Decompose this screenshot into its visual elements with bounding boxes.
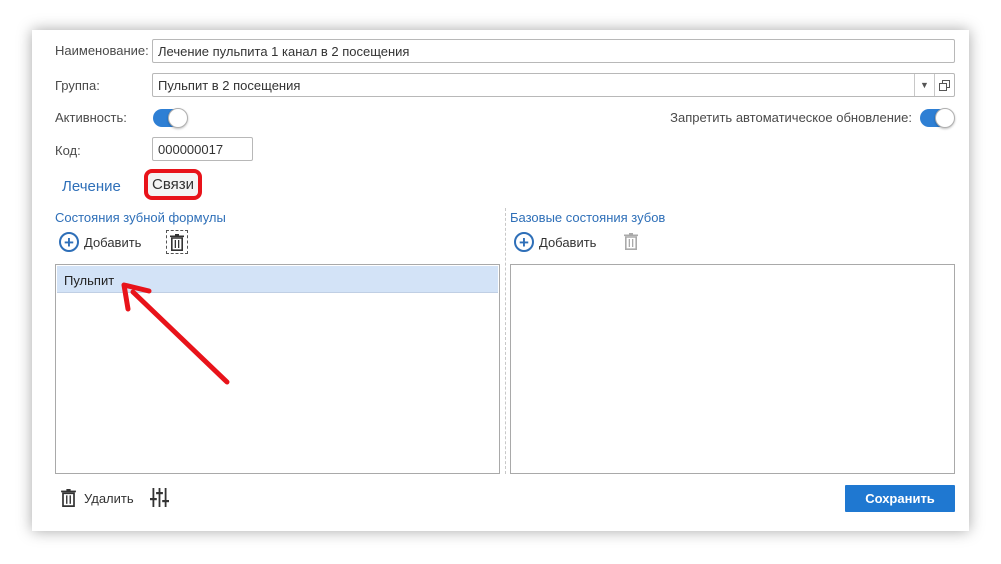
chevron-down-icon[interactable]: ▼ (914, 74, 934, 96)
trash-icon (170, 233, 184, 251)
right-add-button[interactable]: + Добавить (514, 232, 596, 252)
group-value: Пульпит в 2 посещения (158, 78, 301, 93)
tab-treatment[interactable]: Лечение (62, 178, 121, 195)
plus-circle-icon: + (514, 232, 534, 252)
name-label: Наименование: (55, 43, 149, 58)
toggle-knob (935, 108, 955, 128)
sliders-icon (150, 488, 169, 507)
left-add-label: Добавить (84, 234, 142, 250)
trash-icon (624, 233, 638, 250)
right-panel-title: Базовые состояния зубов (510, 210, 666, 225)
right-delete-button[interactable] (624, 233, 638, 253)
panel-divider (505, 208, 506, 474)
name-input[interactable]: Лечение пульпита 1 канал в 2 посещения (152, 39, 955, 63)
auto-update-label: Запретить автоматическое обновление: (670, 110, 912, 125)
group-combobox[interactable]: Пульпит в 2 посещения ▼ (152, 73, 955, 97)
tab-links[interactable]: Связи (144, 169, 202, 200)
base-tooth-states-list[interactable] (510, 264, 955, 474)
save-button[interactable]: Сохранить (845, 485, 955, 512)
auto-update-toggle[interactable] (920, 108, 955, 128)
tooth-formula-states-list[interactable]: Пульпит (55, 264, 500, 474)
left-add-button[interactable]: + Добавить (59, 232, 141, 252)
left-delete-button[interactable] (166, 230, 188, 254)
group-label: Группа: (55, 78, 100, 93)
settings-button[interactable] (150, 488, 169, 510)
right-add-label: Добавить (539, 234, 597, 250)
code-label: Код: (55, 143, 81, 158)
list-item[interactable]: Пульпит (57, 266, 498, 293)
activity-toggle[interactable] (153, 108, 188, 128)
trash-icon (61, 489, 76, 507)
plus-circle-icon: + (59, 232, 79, 252)
open-window-icon[interactable] (934, 74, 954, 96)
edit-form-window: Наименование: Лечение пульпита 1 канал в… (32, 30, 969, 531)
left-panel-title: Состояния зубной формулы (55, 210, 226, 225)
code-input[interactable]: 000000017 (152, 137, 253, 161)
delete-button[interactable]: Удалить (61, 489, 134, 507)
toggle-knob (168, 108, 188, 128)
delete-label: Удалить (84, 490, 134, 506)
activity-label: Активность: (55, 110, 127, 125)
